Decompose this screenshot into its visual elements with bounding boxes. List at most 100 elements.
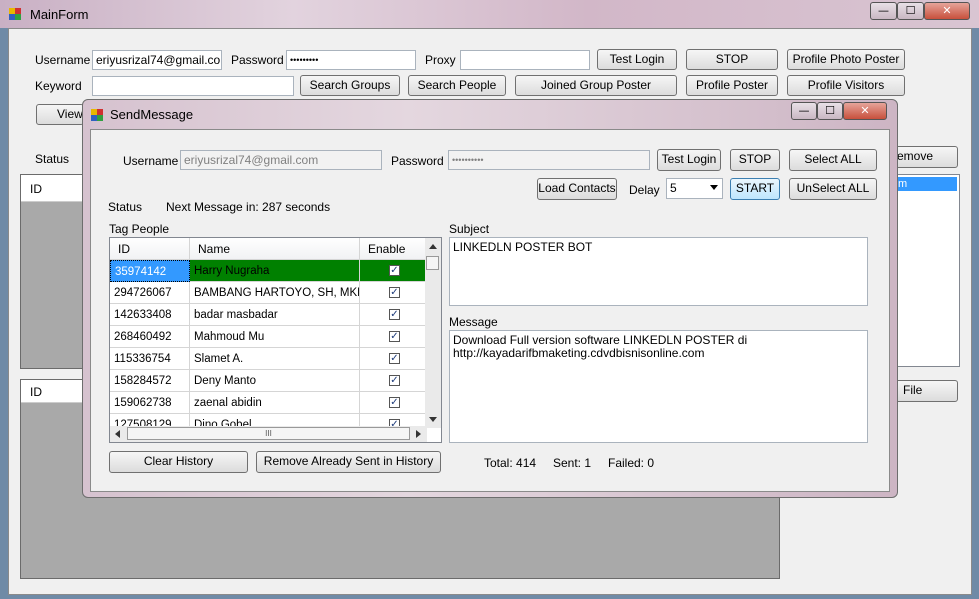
main-titlebar: MainForm — ☐ ✕ xyxy=(0,0,979,28)
view-button[interactable]: View xyxy=(36,104,84,125)
message-line-2: http://kayadarifbmaketing.cdvdbisnisonli… xyxy=(453,346,705,360)
row-id: 268460492 xyxy=(110,326,190,348)
grid-header-enable[interactable]: Enable xyxy=(360,238,427,260)
scroll-thumb[interactable] xyxy=(426,256,439,270)
row-id: 115336754 xyxy=(110,348,190,370)
keyword-input[interactable] xyxy=(92,76,294,96)
main-maximize-button[interactable]: ☐ xyxy=(897,2,924,20)
main-title: MainForm xyxy=(30,7,89,22)
main-status-label: Status xyxy=(35,152,70,166)
row-name: zaenal abidin xyxy=(190,392,360,414)
subject-value: LINKEDLN POSTER BOT xyxy=(453,240,593,254)
message-input[interactable]: Download Full version software LINKEDLN … xyxy=(449,330,868,443)
row-name: Slamet A. xyxy=(190,348,360,370)
table-row[interactable]: 158284572 Deny Manto ✓ xyxy=(110,370,427,392)
row-id: 35974142 xyxy=(110,260,190,282)
dialog-status-label: Status xyxy=(108,200,143,214)
row-enable[interactable]: ✓ xyxy=(360,304,427,326)
subject-label: Subject xyxy=(449,222,490,236)
failed-count: Failed: 0 xyxy=(608,456,655,470)
grid-header-name[interactable]: Name xyxy=(190,238,360,260)
scroll-down-icon[interactable] xyxy=(429,417,437,422)
table-row[interactable]: 159062738 zaenal abidin ✓ xyxy=(110,392,427,414)
dialog-minimize-button[interactable]: — xyxy=(791,102,817,120)
joined-group-poster-button[interactable]: Joined Group Poster xyxy=(515,75,677,96)
row-enable[interactable]: ✓ xyxy=(360,370,427,392)
table-row[interactable]: 35974142 Harry Nugraha ✓ xyxy=(110,260,427,282)
grid-vertical-scrollbar[interactable] xyxy=(425,238,441,428)
row-name: Deny Manto xyxy=(190,370,360,392)
grid-horizontal-scrollbar[interactable]: III xyxy=(110,426,427,442)
table-row[interactable]: 142633408 badar masbadar ✓ xyxy=(110,304,427,326)
scroll-right-icon[interactable] xyxy=(416,430,421,438)
unselect-all-button[interactable]: UnSelect ALL xyxy=(789,178,877,200)
total-count: Total: 414 xyxy=(484,456,537,470)
main-username-label: Username xyxy=(35,53,91,67)
horizontal-scroll-thumb[interactable]: III xyxy=(127,427,410,440)
app-icon xyxy=(9,8,21,20)
checkbox-checked[interactable]: ✓ xyxy=(389,397,400,408)
row-name: Mahmoud Mu xyxy=(190,326,360,348)
message-label: Message xyxy=(449,315,498,329)
scroll-grip: III xyxy=(265,429,272,438)
table-row[interactable]: 115336754 Slamet A. ✓ xyxy=(110,348,427,370)
dialog-status-text: Next Message in: 287 seconds xyxy=(166,200,331,214)
sent-count: Sent: 1 xyxy=(553,456,592,470)
main-stop-button[interactable]: STOP xyxy=(686,49,778,70)
row-id: 159062738 xyxy=(110,392,190,414)
row-enable[interactable]: ✓ xyxy=(360,282,427,304)
main-minimize-button[interactable]: — xyxy=(870,2,897,20)
clear-history-button[interactable]: Clear History xyxy=(109,451,248,473)
dialog-title: SendMessage xyxy=(110,107,194,122)
row-name: Harry Nugraha xyxy=(190,260,360,282)
top-grid-id-header: ID xyxy=(30,182,42,196)
row-id: 142633408 xyxy=(110,304,190,326)
main-proxy-input[interactable] xyxy=(460,50,590,70)
main-password-label: Password xyxy=(231,53,284,67)
row-id: 294726067 xyxy=(110,282,190,304)
row-enable[interactable]: ✓ xyxy=(360,392,427,414)
dialog-username-label: Username xyxy=(123,154,179,168)
row-enable[interactable]: ✓ xyxy=(360,326,427,348)
row-enable[interactable]: ✓ xyxy=(360,348,427,370)
search-groups-button[interactable]: Search Groups xyxy=(300,75,400,96)
main-username-input[interactable]: eriyusrizal74@gmail.com xyxy=(92,50,222,70)
subject-input[interactable]: LINKEDLN POSTER BOT xyxy=(449,237,868,306)
load-contacts-button[interactable]: Load Contacts xyxy=(537,178,617,200)
dialog-password-input[interactable]: •••••••••• xyxy=(448,150,650,170)
dialog-stop-button[interactable]: STOP xyxy=(730,149,780,171)
table-row[interactable]: 294726067 BAMBANG HARTOYO, SH, MKN ✓ xyxy=(110,282,427,304)
checkbox-checked[interactable]: ✓ xyxy=(389,309,400,320)
row-id: 158284572 xyxy=(110,370,190,392)
checkbox-checked[interactable]: ✓ xyxy=(389,287,400,298)
dialog-test-login-button[interactable]: Test Login xyxy=(657,149,721,171)
table-row[interactable]: 268460492 Mahmoud Mu ✓ xyxy=(110,326,427,348)
tag-people-grid[interactable]: ID Name Enable 35974142 Harry Nugraha ✓ … xyxy=(109,237,442,443)
main-password-input[interactable]: ••••••••• xyxy=(286,50,416,70)
main-test-login-button[interactable]: Test Login xyxy=(597,49,677,70)
scroll-left-icon[interactable] xyxy=(115,430,120,438)
scroll-up-icon[interactable] xyxy=(429,244,437,249)
main-close-button[interactable]: ✕ xyxy=(924,2,970,20)
select-all-button[interactable]: Select ALL xyxy=(789,149,877,171)
dialog-username-input[interactable]: eriyusrizal74@gmail.com xyxy=(180,150,382,170)
remove-sent-history-button[interactable]: Remove Already Sent in History xyxy=(256,451,441,473)
dialog-maximize-button[interactable]: ☐ xyxy=(817,102,843,120)
delay-select[interactable]: 5 xyxy=(666,178,723,199)
profile-visitors-button[interactable]: Profile Visitors xyxy=(787,75,905,96)
checkbox-checked[interactable]: ✓ xyxy=(389,353,400,364)
chevron-down-icon xyxy=(710,185,718,190)
profile-poster-button[interactable]: Profile Poster xyxy=(686,75,778,96)
bottom-grid-id-header: ID xyxy=(30,385,42,399)
delay-label: Delay xyxy=(629,183,660,197)
dialog-close-button[interactable]: ✕ xyxy=(843,102,887,120)
checkbox-checked[interactable]: ✓ xyxy=(389,331,400,342)
grid-header-id[interactable]: ID xyxy=(110,238,190,260)
row-name: badar masbadar xyxy=(190,304,360,326)
row-enable[interactable]: ✓ xyxy=(360,260,427,282)
start-button[interactable]: START xyxy=(730,178,780,200)
checkbox-checked[interactable]: ✓ xyxy=(389,265,400,276)
search-people-button[interactable]: Search People xyxy=(408,75,506,96)
checkbox-checked[interactable]: ✓ xyxy=(389,375,400,386)
profile-photo-poster-button[interactable]: Profile Photo Poster xyxy=(787,49,905,70)
